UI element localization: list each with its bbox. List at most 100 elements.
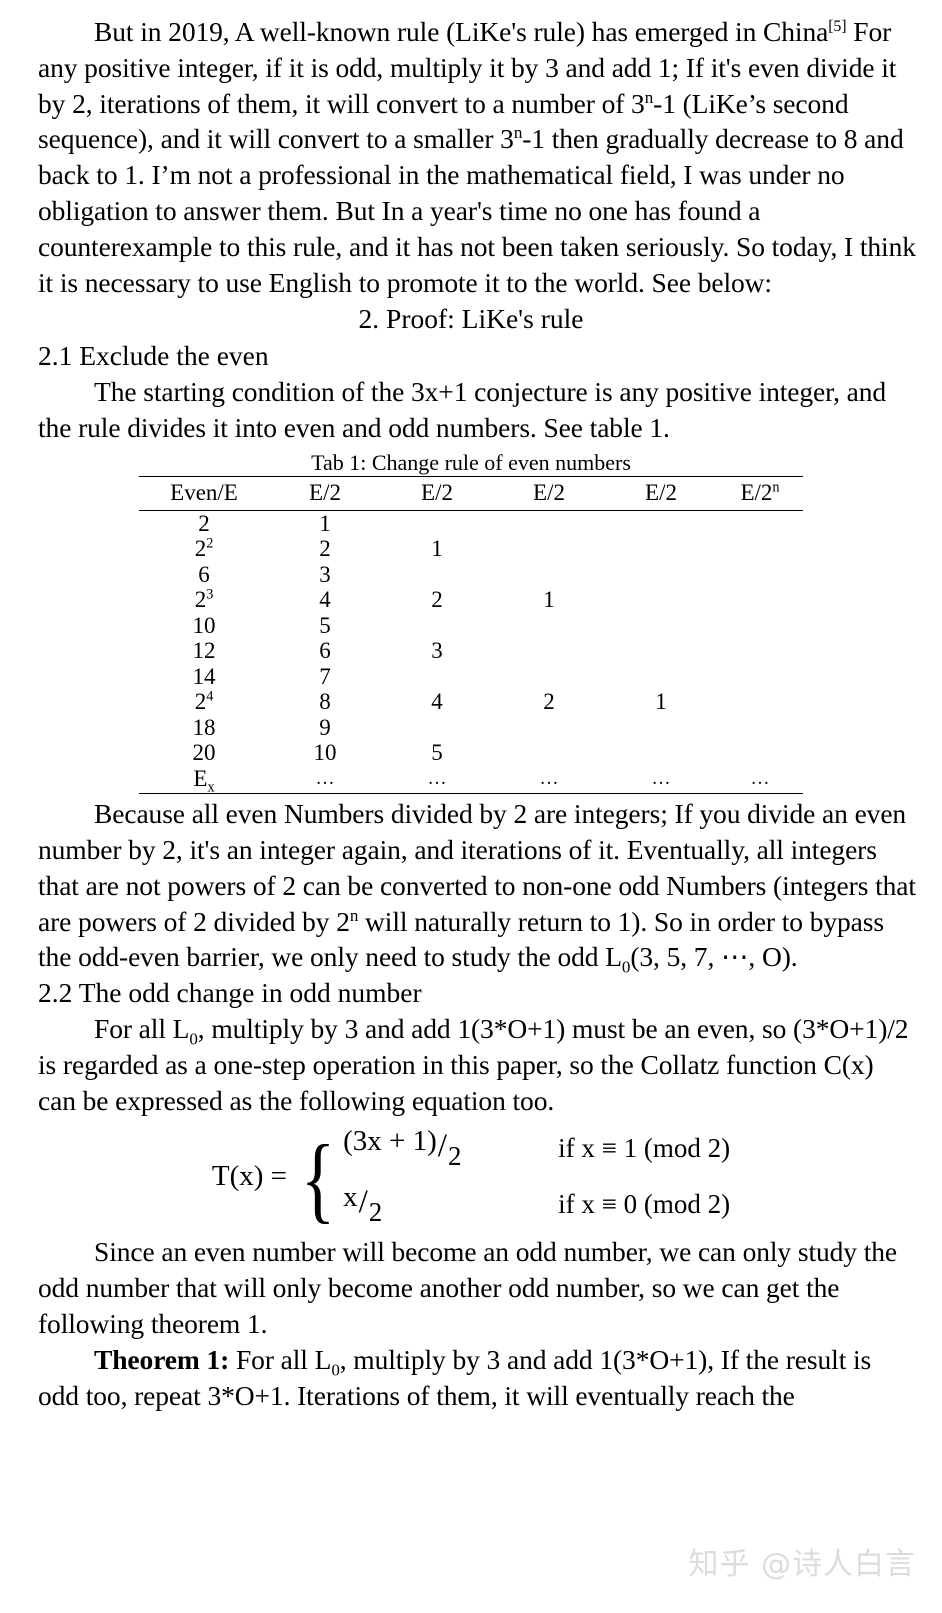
zhihu-watermark: 知乎 @诗人白言 [688, 1547, 916, 1582]
table-cell [493, 740, 605, 766]
equation-case-1-expression: (3x + 1)/2 [343, 1125, 558, 1172]
table-cell: 1 [431, 536, 443, 562]
table-cell [605, 715, 717, 741]
cell-base-value: E [193, 765, 208, 791]
table-cell: 24 [139, 689, 269, 715]
collatz-equation: T(x) = { (3x + 1)/2 if x ≡ 1 (mod 2) x/2… [0, 1120, 942, 1232]
equation-case-1: (3x + 1)/2 if x ≡ 1 (mod 2) [343, 1120, 730, 1176]
table-cell [381, 613, 493, 639]
table-row-summary: Ex…………… [139, 765, 803, 796]
intro-paragraph: But in 2019, A well-known rule (LiKe's r… [0, 0, 942, 300]
table-cell: 4 [431, 689, 443, 715]
cell-base-value: 2 [194, 536, 207, 562]
table-cell [493, 510, 605, 536]
table-header-cell-1: E/2 [269, 475, 381, 511]
table-cell [717, 613, 803, 639]
table-cell [493, 536, 605, 562]
table-1-caption: Tab 1: Change rule of even numbers [311, 449, 631, 475]
table-cell: 8 [319, 689, 331, 715]
table-cell: Ex [139, 765, 269, 796]
section-2-1-body: The starting condition of the 3x+1 conje… [0, 374, 942, 446]
table-cell: 18 [192, 714, 216, 740]
table-cell [605, 664, 717, 690]
section-2-2-body: For all L0, multiply by 3 and add 1(3*O+… [0, 1011, 942, 1118]
equation-lhs: T(x) = [211, 1159, 288, 1192]
case-2-denominator: 2 [368, 1196, 383, 1227]
theorem-1-paragraph: Theorem 1: For all L0, multiply by 3 and… [0, 1342, 942, 1414]
table-cell [381, 715, 493, 741]
citation-marker-5: [5] [828, 17, 847, 35]
table-cell [605, 740, 717, 766]
table-cell: 10 [192, 612, 216, 638]
table-cell [717, 536, 803, 562]
table-header-cell-0: Even/E [139, 475, 269, 511]
table-row: 18 9 [139, 715, 803, 741]
case-1-numerator: (3x + 1) [343, 1124, 437, 1157]
table-cell: 20 [192, 740, 216, 766]
table-cell [605, 510, 717, 536]
table-cell-ellipsis: … [269, 765, 381, 795]
after-equation-paragraph: Since an even number will become an odd … [0, 1232, 942, 1341]
table-cell [605, 587, 717, 613]
table-row: 22 2 1 [139, 536, 803, 562]
cell-exponent: 2 [206, 535, 214, 552]
table-cell: 3 [431, 638, 443, 664]
document-page: But in 2019, A well-known rule (LiKe's r… [0, 0, 942, 1613]
table-cell [717, 740, 803, 766]
table-row: 14 7 [139, 664, 803, 690]
case-2-slash: / [358, 1183, 368, 1220]
table-header-cell-3: E/2 [493, 475, 605, 511]
table-cell [493, 715, 605, 741]
table-cell: 10 [313, 740, 337, 766]
table-header-cell-4: E/2 [605, 475, 717, 511]
subscript-0-2: 0 [189, 1029, 198, 1049]
case-1-denominator: 2 [447, 1140, 462, 1171]
table-cell [605, 613, 717, 639]
table-cell [717, 689, 803, 715]
superscript-n-1: n [644, 87, 654, 107]
case-2-numerator: x [343, 1180, 358, 1213]
table-cell: 12 [192, 638, 216, 664]
table-cell [493, 562, 605, 588]
table-cell [717, 587, 803, 613]
table-cell [605, 536, 717, 562]
case-1-slash: / [437, 1127, 447, 1164]
table-cell [493, 613, 605, 639]
table-1-container: Tab 1: Change rule of even numbers Even/… [0, 449, 942, 794]
table-cell [717, 562, 803, 588]
superscript-n-3: n [349, 905, 359, 925]
theorem-1-label: Theorem 1: [94, 1343, 230, 1375]
table-row: 21 [139, 510, 803, 536]
table-row: 23 4 2 1 [139, 587, 803, 613]
table-cell [381, 510, 493, 536]
equation-case-1-condition: if x ≡ 1 (mod 2) [558, 1132, 731, 1163]
table-body: 2 1 22 2 1 6 3 23 4 2 1 10 5 12 6 3 14 7 24 8 4 2 1 18 9 20 10 5 Ex…… [139, 510, 803, 794]
superscript-n: n [772, 479, 780, 496]
cell-subscript: x [207, 779, 215, 796]
intro-line-1: But in 2019, A well-known rule (LiKe's r… [94, 16, 829, 47]
after-table-text-c: (3, 5, 7, ⋯, O). [630, 941, 798, 973]
table-header-cell-2: E/2 [381, 475, 493, 511]
left-curly-brace-icon: { [300, 1124, 336, 1232]
table-cell: 22 [139, 536, 269, 562]
cell-exponent: 3 [206, 586, 214, 603]
table-cell: 1 [655, 689, 667, 715]
table-cell: 2 [319, 536, 331, 562]
table-cell: 2 [543, 689, 555, 715]
table-cell: 6 [319, 638, 331, 664]
table-cell: 14 [192, 663, 216, 689]
table-cell: 23 [139, 587, 269, 613]
section-2-2-heading: 2.2 The odd change in odd number [38, 977, 422, 1009]
superscript-n-2: n [513, 123, 523, 143]
equation-case-2: x/2 if x ≡ 0 (mod 2) [343, 1176, 730, 1232]
after-table-paragraph: Because all even Numbers divided by 2 ar… [0, 794, 942, 976]
table-cell [493, 638, 605, 664]
section-2-2-text-a: For all L [94, 1013, 190, 1045]
table-cell: 2 [431, 587, 443, 613]
table-cell: 7 [319, 663, 331, 689]
theorem-1-text-a: For all L [229, 1343, 332, 1375]
table-cell: 9 [319, 714, 331, 740]
table-cell: 2 [198, 510, 210, 536]
table-cell: 6 [198, 561, 210, 587]
section-2-1-heading: 2.1 Exclude the even [38, 340, 269, 372]
